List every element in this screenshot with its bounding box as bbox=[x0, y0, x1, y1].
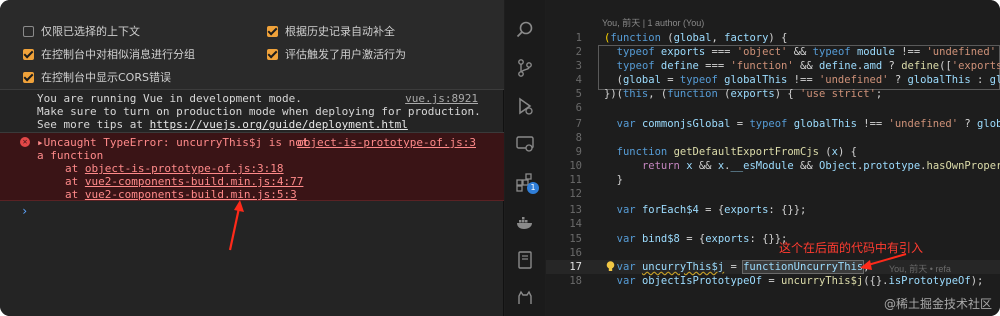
screenshot-frame: 仅限已选择的上下文 根据历史记录自动补全 在控制台中对相似消息进行分组 评估触发… bbox=[0, 0, 1000, 316]
docker-icon[interactable] bbox=[515, 212, 535, 232]
activity-bar: 1 bbox=[505, 0, 545, 316]
devtools-console-panel: 仅限已选择的上下文 根据历史记录自动补全 在控制台中对相似消息进行分组 评估触发… bbox=[0, 0, 504, 316]
search-icon[interactable] bbox=[515, 20, 535, 40]
red-arrow-annotation bbox=[860, 253, 907, 270]
extensions-badge: 1 bbox=[527, 182, 539, 194]
watermark: @稀土掘金技术社区 bbox=[883, 297, 992, 311]
github-icon[interactable] bbox=[515, 288, 535, 308]
red-arrow-annotation bbox=[228, 200, 244, 251]
run-debug-icon[interactable] bbox=[515, 96, 535, 116]
source-control-icon[interactable] bbox=[515, 58, 535, 78]
code-editor[interactable]: You, 前天 | 1 author (You) 1 (function (glo… bbox=[546, 0, 1000, 316]
remote-explorer-icon[interactable] bbox=[515, 134, 535, 154]
notebook-icon[interactable] bbox=[515, 250, 535, 270]
annotation-text: 这个在后面的代码中有引入 bbox=[779, 241, 924, 255]
